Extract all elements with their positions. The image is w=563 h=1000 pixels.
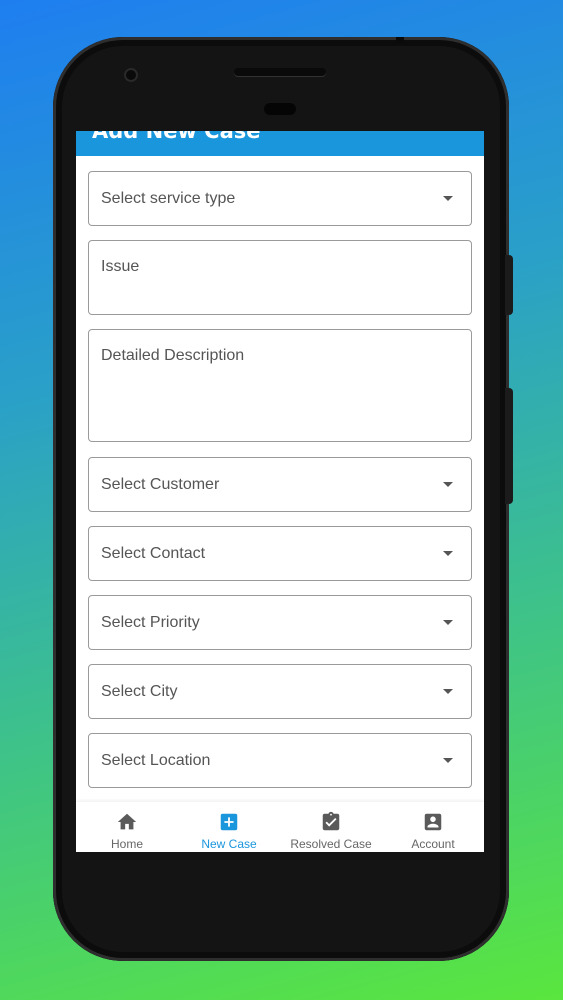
app-screen: Add New Case Select service type Issue D… <box>76 131 484 852</box>
nav-label-new-case: New Case <box>201 837 257 851</box>
contact-select[interactable]: Select Contact <box>88 526 472 581</box>
nav-item-new-case[interactable]: New Case <box>178 802 280 852</box>
nav-item-account[interactable]: Account <box>382 802 484 852</box>
dropdown-arrow-icon <box>443 481 453 487</box>
service-type-select[interactable]: Select service type <box>88 171 472 226</box>
bottom-navigation: Home New Case Resolved Case Account <box>76 802 484 852</box>
service-type-label: Select service type <box>101 189 236 207</box>
nav-label-home: Home <box>110 837 143 851</box>
contact-label: Select Contact <box>101 544 206 562</box>
dropdown-arrow-icon <box>443 550 453 556</box>
description-label: Detailed Description <box>101 347 245 364</box>
power-button <box>505 388 513 504</box>
front-camera <box>124 68 138 82</box>
home-icon <box>117 813 137 830</box>
priority-label: Select Priority <box>101 613 200 631</box>
volume-button <box>505 255 513 315</box>
page-title: Add New Case <box>92 131 261 143</box>
nav-label-resolved-case: Resolved Case <box>290 837 372 851</box>
description-textarea[interactable]: Detailed Description <box>88 329 472 442</box>
location-select[interactable]: Select Location <box>88 733 472 788</box>
add-box-icon <box>220 813 238 831</box>
issue-label: Issue <box>101 258 140 275</box>
dropdown-arrow-icon <box>443 195 453 201</box>
dropdown-arrow-icon <box>443 688 453 694</box>
clipboard-check-icon <box>322 811 340 831</box>
dropdown-arrow-icon <box>443 619 453 625</box>
earpiece-speaker <box>234 68 326 76</box>
dropdown-arrow-icon <box>443 757 453 763</box>
priority-select[interactable]: Select Priority <box>88 595 472 650</box>
customer-select[interactable]: Select Customer <box>88 457 472 512</box>
location-label: Select Location <box>101 751 211 769</box>
city-label: Select City <box>101 682 178 700</box>
nav-item-resolved-case[interactable]: Resolved Case <box>280 802 382 852</box>
city-select[interactable]: Select City <box>88 664 472 719</box>
app-bar: Add New Case <box>76 131 484 156</box>
customer-label: Select Customer <box>101 475 220 493</box>
phone-notch <box>396 37 404 43</box>
account-box-icon <box>424 813 442 831</box>
issue-input[interactable]: Issue <box>88 240 472 315</box>
nav-item-home[interactable]: Home <box>76 802 178 852</box>
proximity-sensor <box>264 103 296 115</box>
nav-label-account: Account <box>411 837 455 851</box>
